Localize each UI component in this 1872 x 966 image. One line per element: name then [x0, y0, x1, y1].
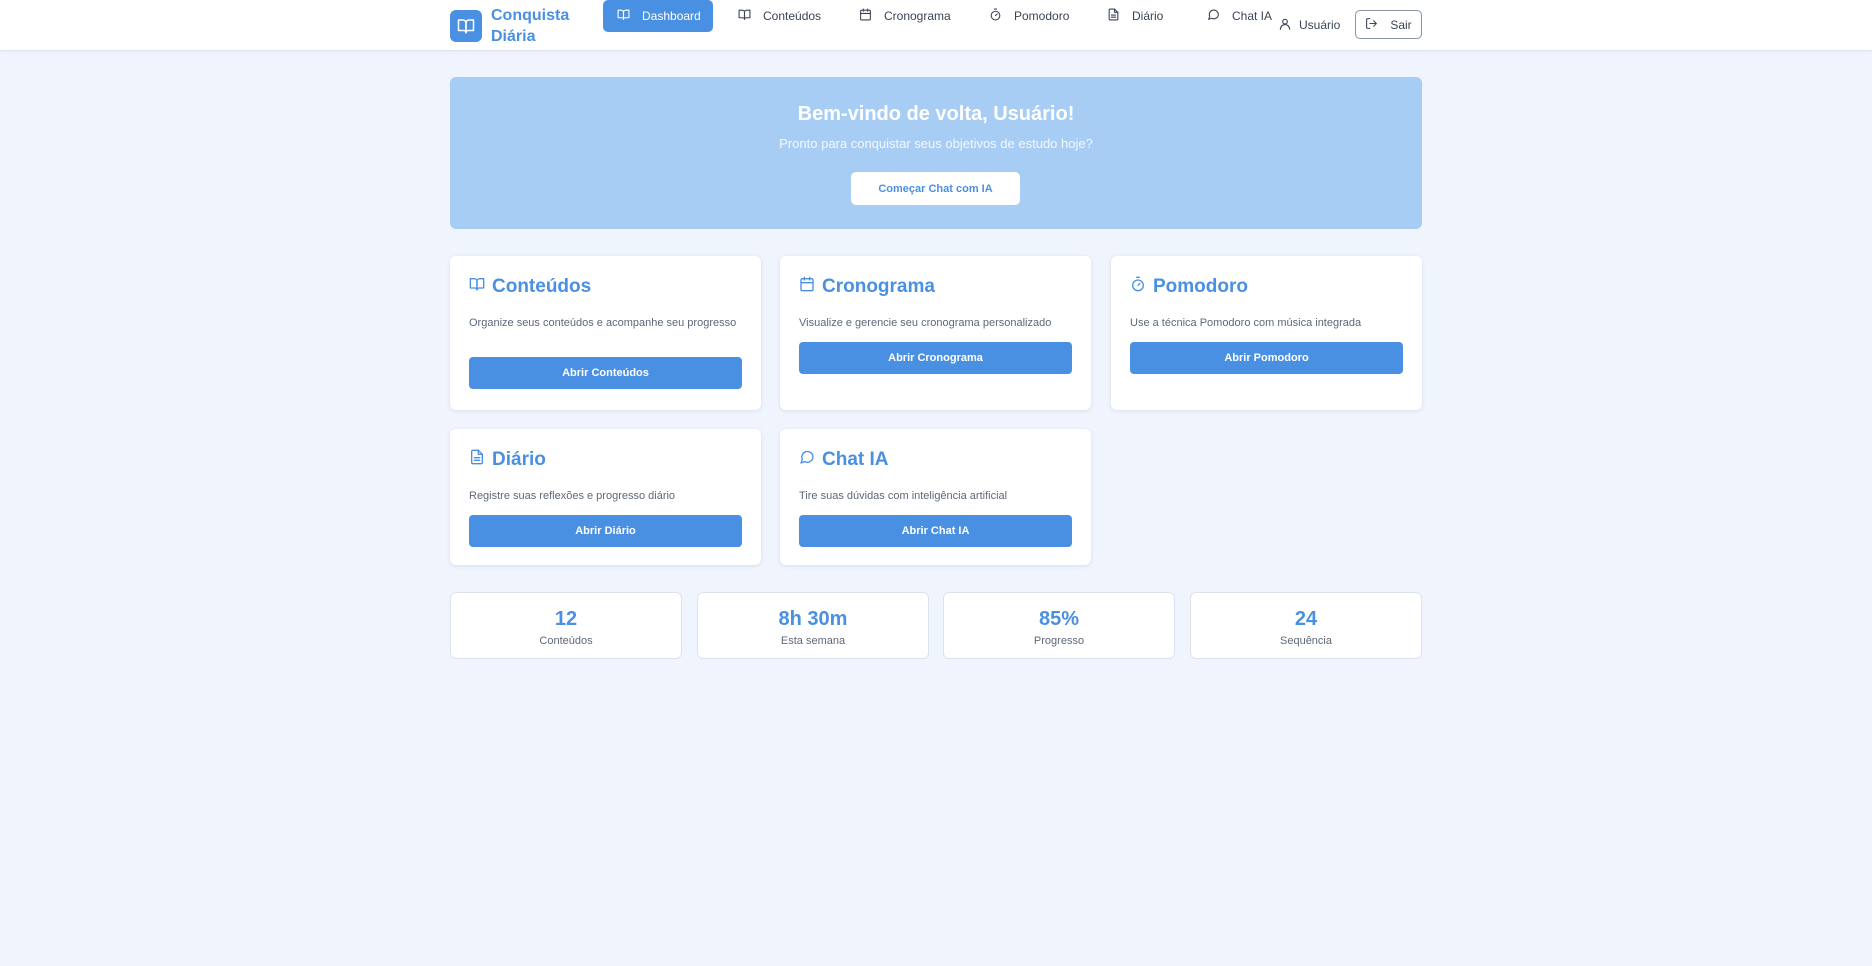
stat-progresso: 85% Progresso	[943, 592, 1175, 659]
nav-pomodoro-label: Pomodoro	[1014, 9, 1070, 23]
stat-value: 12	[554, 608, 578, 630]
stat-esta-semana: 8h 30m Esta semana	[697, 592, 929, 659]
brand[interactable]: Conquista Diária	[450, 4, 575, 48]
user-icon	[1278, 17, 1292, 34]
open-chat-ia-button[interactable]: Abrir Chat IA	[799, 515, 1072, 547]
card-description: Organize seus conteúdos e acompanhe seu …	[469, 317, 737, 329]
book-open-icon	[450, 10, 482, 42]
card-description: Registre suas reflexões e progresso diár…	[469, 490, 676, 502]
nav-dashboard-label: Dashboard	[642, 9, 701, 23]
card-title-text: Cronograma	[822, 276, 935, 297]
timer-icon	[989, 8, 1002, 24]
book-open-icon	[617, 8, 630, 24]
stat-value: 8h 30m	[778, 608, 848, 630]
stat-value: 85%	[1038, 608, 1080, 630]
nav-diario-label: Diário	[1132, 9, 1164, 23]
card-conteudos: Conteúdos Organize seus conteúdos e acom…	[450, 256, 761, 410]
file-text-icon	[1107, 8, 1120, 24]
card-title: Diário	[469, 449, 546, 471]
card-title-text: Diário	[492, 449, 546, 470]
top-navbar: Conquista Diária Dashboard Conteúdos Cro…	[0, 0, 1872, 51]
calendar-icon	[799, 276, 815, 298]
open-pomodoro-button[interactable]: Abrir Pomodoro	[1130, 342, 1403, 374]
book-open-icon	[469, 276, 485, 298]
stat-sequencia: 24 Sequência	[1190, 592, 1422, 659]
stat-label: Conteúdos	[539, 635, 593, 647]
card-title: Chat IA	[799, 449, 889, 471]
nav-chat-ia-label: Chat IA	[1232, 9, 1273, 23]
nav-cronograma-label: Cronograma	[884, 9, 951, 23]
stat-label: Sequência	[1280, 635, 1332, 647]
calendar-icon	[859, 8, 872, 24]
stat-conteudos: 12 Conteúdos	[450, 592, 682, 659]
welcome-banner: Bem-vindo de volta, Usuário! Pronto para…	[450, 77, 1422, 229]
app-name: Conquista Diária	[491, 7, 570, 45]
logout-label: Sair	[1390, 17, 1412, 32]
card-cronograma: Cronograma Visualize e gerencie seu cron…	[780, 256, 1091, 410]
nav-diario[interactable]: Diário	[1093, 0, 1177, 32]
book-open-icon	[738, 8, 751, 24]
card-description: Visualize e gerencie seu cronograma pers…	[799, 317, 1052, 329]
stat-label: Esta semana	[780, 635, 846, 647]
user-name: Usuário	[1299, 18, 1341, 32]
nav-dashboard[interactable]: Dashboard	[603, 0, 713, 32]
open-conteudos-button[interactable]: Abrir Conteúdos	[469, 357, 742, 389]
card-chat-ia: Chat IA Tire suas dúvidas com inteligênc…	[780, 429, 1091, 565]
open-cronograma-button[interactable]: Abrir Cronograma	[799, 342, 1072, 374]
card-diario: Diário Registre suas reflexões e progres…	[450, 429, 761, 565]
welcome-subtitle: Pronto para conquistar seus objetivos de…	[779, 136, 1093, 151]
card-description: Use a técnica Pomodoro com música integr…	[1130, 317, 1362, 329]
card-title-text: Pomodoro	[1153, 276, 1248, 297]
logout-button[interactable]: Sair	[1355, 10, 1422, 39]
card-pomodoro: Pomodoro Use a técnica Pomodoro com músi…	[1111, 256, 1422, 410]
file-text-icon	[469, 449, 485, 471]
user-menu[interactable]: Usuário	[1278, 9, 1340, 41]
card-title-text: Conteúdos	[492, 276, 592, 297]
card-title-text: Chat IA	[822, 449, 889, 470]
card-title: Conteúdos	[469, 276, 591, 298]
message-circle-icon	[799, 449, 815, 471]
stat-value: 24	[1294, 608, 1318, 630]
open-diario-button[interactable]: Abrir Diário	[469, 515, 742, 547]
card-title: Cronograma	[799, 276, 935, 298]
log-out-icon	[1365, 17, 1378, 33]
nav-conteudos[interactable]: Conteúdos	[724, 0, 835, 32]
nav-chat-ia[interactable]: Chat IA	[1193, 0, 1286, 32]
card-description: Tire suas dúvidas com inteligência artif…	[799, 490, 1008, 502]
nav-pomodoro[interactable]: Pomodoro	[975, 0, 1083, 32]
timer-icon	[1130, 276, 1146, 298]
stat-label: Progresso	[1033, 635, 1085, 647]
nav-conteudos-label: Conteúdos	[763, 9, 822, 23]
card-title: Pomodoro	[1130, 276, 1248, 298]
nav-cronograma[interactable]: Cronograma	[845, 0, 965, 32]
message-circle-icon	[1207, 8, 1220, 24]
start-ai-chat-button[interactable]: Começar Chat com IA	[851, 172, 1020, 205]
welcome-title: Bem-vindo de volta, Usuário!	[797, 103, 1075, 125]
